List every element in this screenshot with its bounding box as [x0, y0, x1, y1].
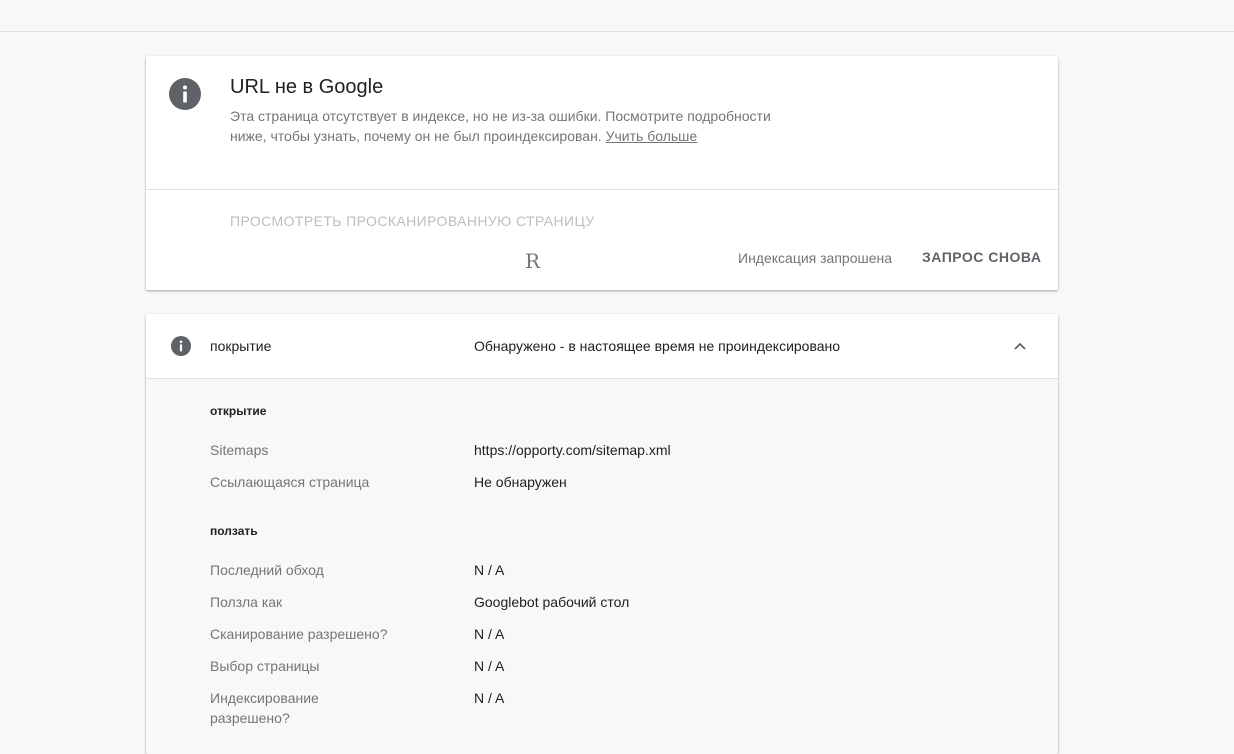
top-bar — [0, 0, 1234, 32]
status-title: URL не в Google — [230, 76, 384, 98]
info-icon — [169, 78, 201, 110]
card-divider — [146, 189, 1058, 190]
page-fetch-label: Выбор страницы — [210, 658, 320, 674]
crawled-as-label: Ползла как — [210, 594, 283, 610]
learn-more-link[interactable]: Учить больше — [606, 128, 698, 144]
indexing-status: Индексация запрошена — [738, 250, 893, 266]
page-fetch-value: N / A — [474, 658, 505, 674]
info-icon — [171, 336, 191, 356]
last-crawl-value: N / A — [474, 562, 505, 578]
chevron-up-icon[interactable] — [1012, 338, 1028, 354]
indexing-allowed-label: Индексирование разрешено? — [210, 690, 319, 726]
coverage-header[interactable]: покрытие Обнаружено - в настоящее время … — [146, 314, 1058, 379]
referring-page-value: Не обнаружен — [474, 474, 567, 490]
sitemaps-label: Sitemaps — [210, 442, 269, 458]
discovery-section-title: открытие — [210, 404, 267, 418]
status-description: Эта страница отсутствует в индексе, но н… — [230, 106, 790, 146]
coverage-value: Обнаружено - в настоящее время не проинд… — [474, 338, 841, 354]
indexing-allowed-value: N / A — [474, 690, 505, 706]
crawl-allowed-value: N / A — [474, 626, 505, 642]
crawl-allowed-label: Сканирование разрешено? — [210, 626, 388, 642]
url-status-card: URL не в Google Эта страница отсутствует… — [146, 56, 1058, 290]
view-crawled-page-button[interactable]: ПРОСМОТРЕТЬ ПРОСКАНИРОВАННУЮ СТРАНИЦУ — [230, 213, 595, 229]
request-again-button[interactable]: ЗАПРОС СНОВА — [922, 249, 1041, 265]
last-crawl-label: Последний обход — [210, 562, 324, 578]
crawl-section-title: ползать — [210, 524, 258, 538]
coverage-card: покрытие Обнаружено - в настоящее время … — [146, 314, 1058, 754]
sitemaps-value: https://opporty.com/sitemap.xml — [474, 442, 671, 458]
r-glyph: R — [525, 249, 541, 273]
referring-page-label: Ссылающаяся страница — [210, 474, 370, 490]
coverage-label: покрытие — [210, 338, 272, 354]
coverage-details: открытие Sitemaps https://opporty.com/si… — [146, 379, 1058, 754]
crawled-as-value: Googlebot рабочий стол — [474, 594, 630, 610]
